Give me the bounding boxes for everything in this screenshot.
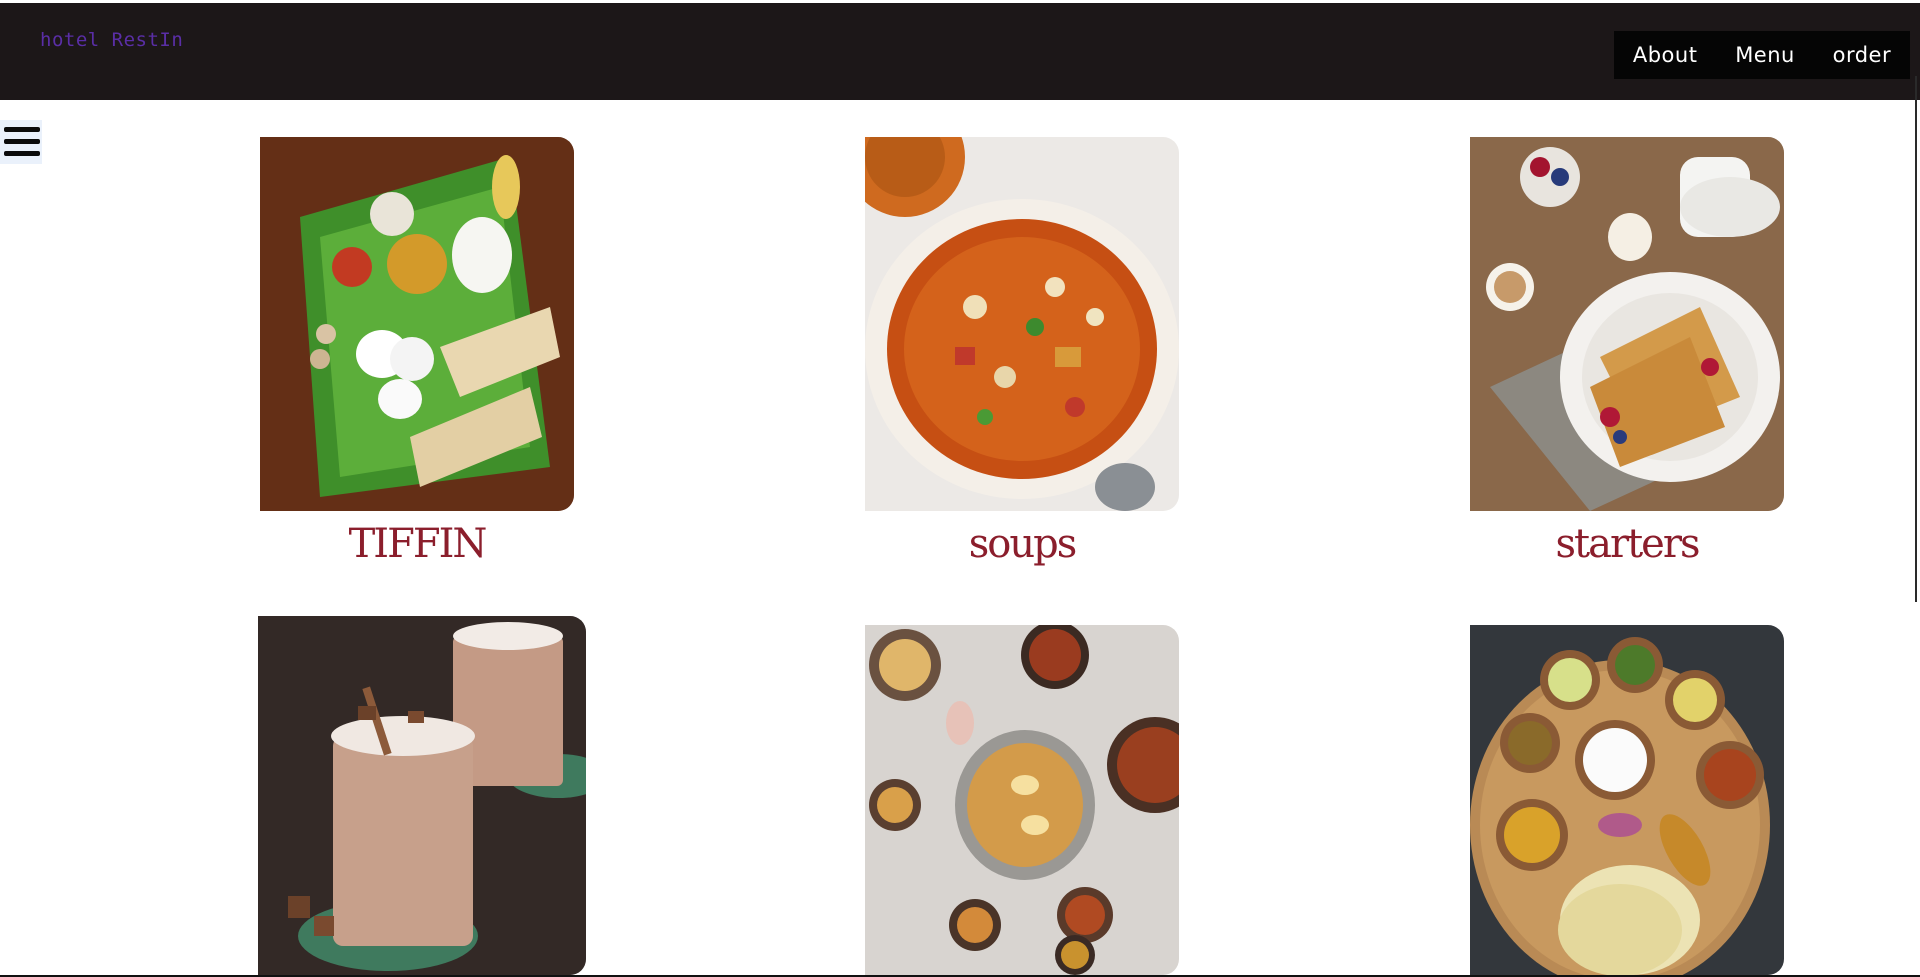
- category-card-starters[interactable]: starters: [1470, 137, 1784, 567]
- drinks-image[interactable]: [258, 616, 586, 975]
- biryani-spread-illustration: [865, 625, 1179, 975]
- soups-image[interactable]: [865, 137, 1179, 511]
- main-nav: About Menu order: [1614, 31, 1910, 79]
- category-label-soups[interactable]: soups: [865, 521, 1179, 567]
- top-navbar: hotel RestIn About Menu order: [0, 3, 1920, 100]
- hamburger-menu-icon[interactable]: [0, 120, 42, 164]
- waffle-plate-illustration: [1470, 137, 1784, 511]
- hamburger-line: [4, 127, 40, 132]
- starters-image[interactable]: [1470, 137, 1784, 511]
- nav-link-about[interactable]: About: [1633, 43, 1698, 67]
- hamburger-line: [4, 139, 40, 144]
- category-card-soups[interactable]: soups: [865, 137, 1179, 567]
- scrollbar-thumb[interactable]: [1915, 76, 1917, 602]
- milkshake-illustration: [258, 616, 586, 975]
- soup-bowl-illustration: [865, 137, 1179, 511]
- biryani-image[interactable]: [865, 625, 1179, 975]
- category-label-starters[interactable]: starters: [1470, 521, 1784, 567]
- thali-plate-illustration: [1470, 625, 1784, 975]
- category-card-thali[interactable]: [1470, 625, 1784, 975]
- category-card-biryani[interactable]: [865, 625, 1179, 975]
- category-label-tiffin[interactable]: TIFFIN: [260, 521, 574, 567]
- tiffin-plate-illustration: [260, 137, 574, 511]
- scrollbar[interactable]: [1912, 76, 1920, 977]
- category-card-tiffin[interactable]: TIFFIN: [260, 137, 574, 567]
- thali-image[interactable]: [1470, 625, 1784, 975]
- brand-logo-text[interactable]: hotel RestIn: [40, 29, 183, 51]
- nav-link-menu[interactable]: Menu: [1735, 43, 1795, 67]
- tiffin-image[interactable]: [260, 137, 574, 511]
- category-card-drinks[interactable]: [258, 616, 586, 975]
- nav-link-order[interactable]: order: [1833, 43, 1892, 67]
- hamburger-line: [4, 151, 40, 156]
